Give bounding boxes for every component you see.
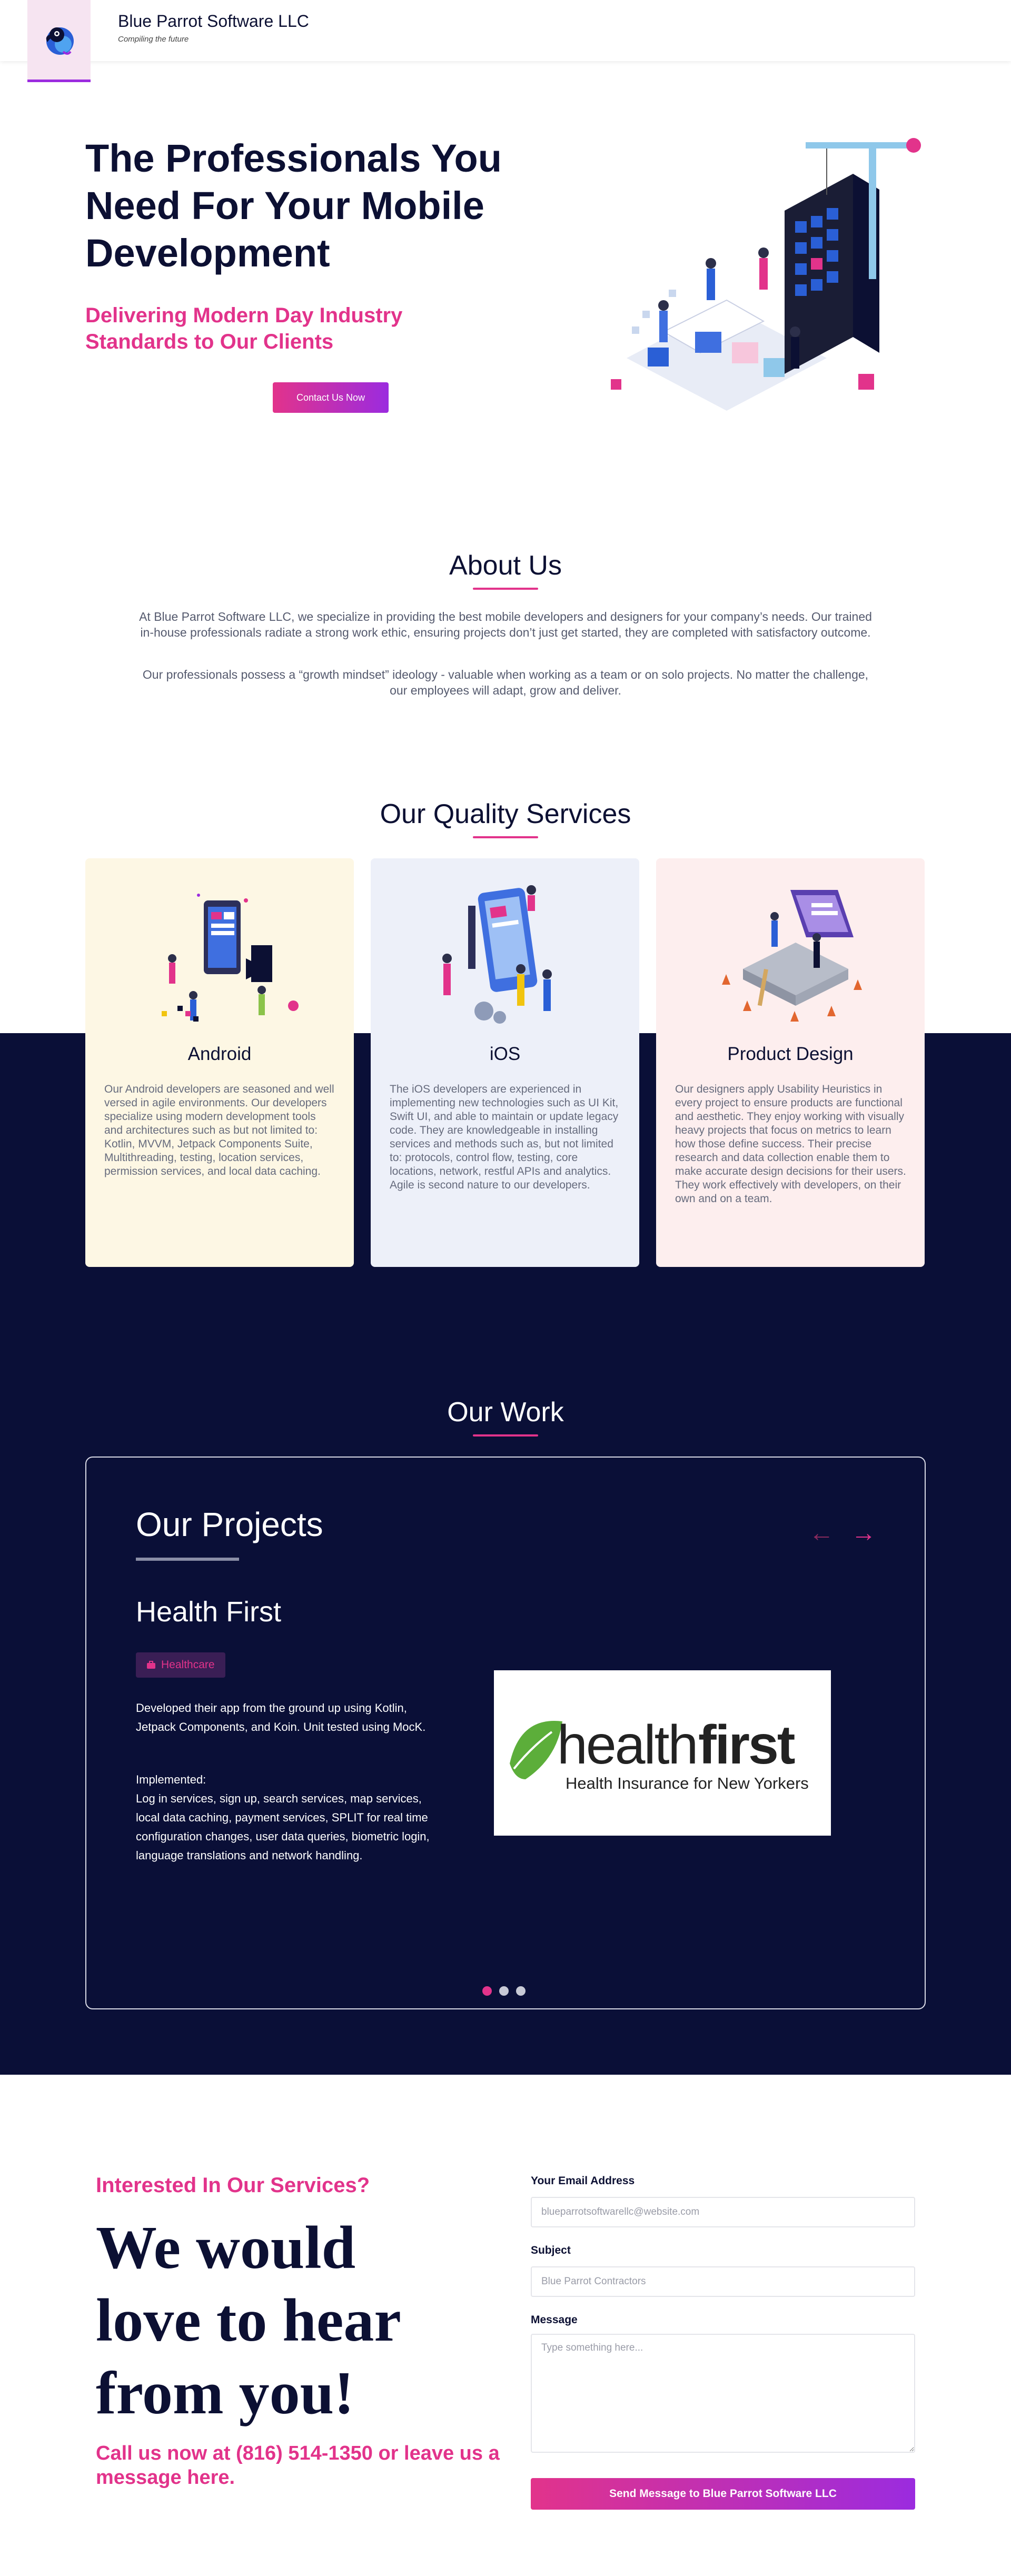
project-category-label: Healthcare — [161, 1659, 215, 1671]
email-label: Your Email Address — [531, 2175, 635, 2187]
carousel-dot-3[interactable] — [516, 1986, 526, 1996]
carousel-dot-2[interactable] — [499, 1986, 509, 1996]
carousel-next-arrow-icon[interactable]: → — [851, 1521, 876, 1546]
services-title: Our Quality Services — [380, 799, 631, 829]
projects-heading: Our Projects — [136, 1505, 323, 1543]
project-category-badge: Healthcare — [136, 1652, 225, 1678]
service-card-product-design: Product Design Our designers apply Usabi… — [656, 858, 925, 1267]
project-description: Developed their app from the ground up u… — [136, 1701, 426, 1733]
ios-illustration — [442, 885, 552, 1024]
contact-call-text: Call us now at (816) 514-1350 or leave u… — [96, 2442, 500, 2489]
logo-word-first: first — [698, 1715, 795, 1776]
subject-field[interactable] — [531, 2266, 915, 2297]
brand-name: Blue Parrot Software LLC — [118, 12, 309, 31]
project-implemented-list: Log in services, sign up, search service… — [136, 1792, 430, 1862]
carousel-dot-1[interactable] — [482, 1986, 492, 1996]
logo-tagline: Health Insurance for New Yorkers — [566, 1774, 809, 1792]
contact-kicker: Interested In Our Services? — [96, 2174, 370, 2197]
service-text-ios: The iOS developers are experienced in im… — [390, 1083, 619, 1191]
logo-word-health: health — [557, 1715, 697, 1776]
services-title-underline — [473, 836, 538, 838]
project-implemented-label: Implemented: — [136, 1773, 206, 1786]
about-paragraph-1: At Blue Parrot Software LLC, we speciali… — [139, 610, 872, 639]
service-text-android: Our Android developers are seasoned and … — [104, 1083, 334, 1177]
contact-headline: We would love to hear from you! — [96, 2214, 400, 2427]
about-title: About Us — [449, 550, 562, 581]
service-card-ios: iOS The iOS developers are experienced i… — [371, 858, 639, 1267]
project-name: Health First — [136, 1596, 282, 1628]
about-paragraph-2: Our professionals possess a “growth mind… — [142, 668, 869, 697]
service-title-android: Android — [187, 1044, 252, 1064]
carousel-prev-arrow-icon[interactable]: ← — [809, 1521, 834, 1546]
work-title-underline — [473, 1434, 538, 1436]
about-title-underline — [473, 588, 538, 590]
service-title-ios: iOS — [489, 1044, 521, 1064]
hero-title: The Professionals You Need For Your Mobi… — [85, 136, 502, 275]
subject-label: Subject — [531, 2244, 571, 2256]
parrot-logo-icon — [46, 27, 74, 55]
service-card-android: Android Our Android developers are seaso… — [85, 858, 354, 1267]
logo[interactable] — [27, 0, 91, 82]
site-header: Blue Parrot Software LLC Compiling the f… — [0, 0, 1011, 82]
hero-illustration — [611, 138, 921, 411]
project-logo-image: health first Health Insurance for New Yo… — [494, 1670, 831, 1836]
email-field[interactable] — [531, 2197, 915, 2227]
briefcase-icon — [147, 1661, 155, 1669]
message-label: Message — [531, 2314, 578, 2326]
product-design-illustration — [722, 890, 862, 1022]
healthfirst-logo: health first Health Insurance for New Yo… — [510, 1715, 809, 1792]
android-illustration — [162, 894, 299, 1022]
message-field[interactable] — [531, 2334, 915, 2453]
projects-heading-underline — [136, 1558, 239, 1561]
service-title-product-design: Product Design — [727, 1044, 854, 1064]
contact-us-button[interactable]: Contact Us Now — [273, 382, 389, 413]
brand-tagline: Compiling the future — [118, 35, 189, 44]
work-title: Our Work — [447, 1397, 564, 1428]
service-text-product-design: Our designers apply Usability Heuristics… — [675, 1083, 906, 1205]
send-message-button[interactable]: Send Message to Blue Parrot Software LLC — [531, 2478, 915, 2510]
hero-subtitle: Delivering Modern Day Industry Standards… — [85, 304, 403, 353]
